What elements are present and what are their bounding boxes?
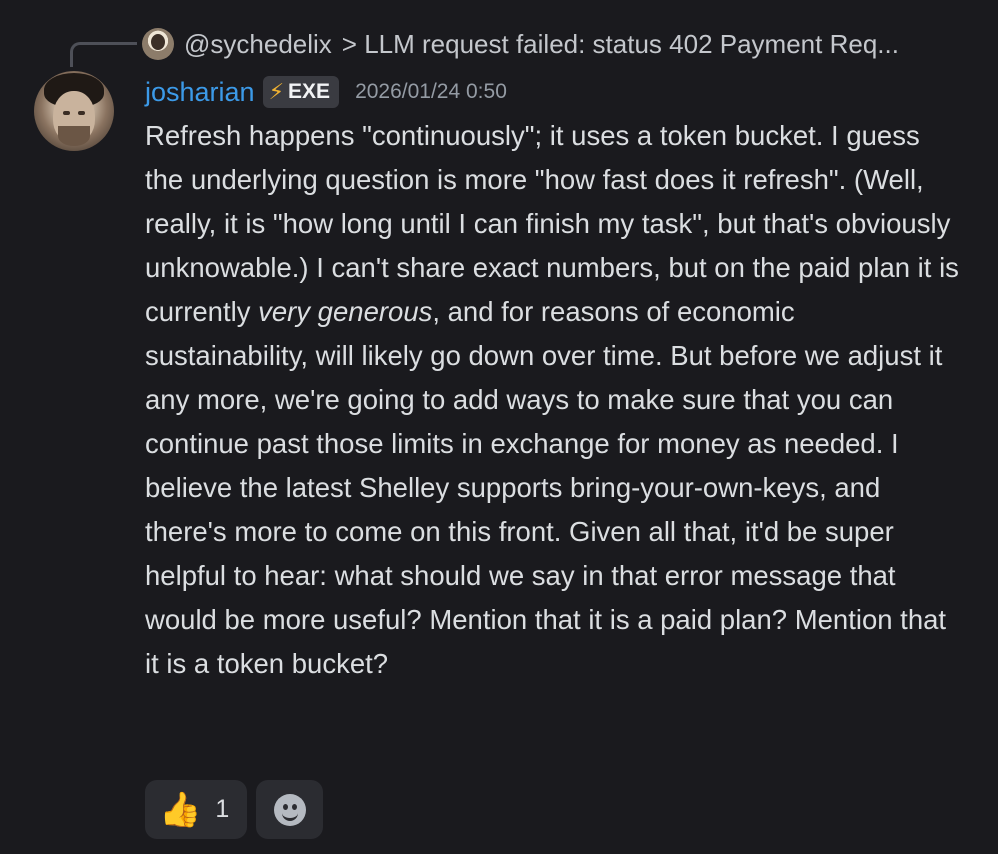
avatar[interactable] bbox=[34, 71, 114, 151]
smiley-mouth bbox=[281, 810, 298, 821]
smiley-eye bbox=[282, 803, 288, 810]
reply-avatar[interactable] bbox=[142, 28, 174, 60]
message-emphasis: very generous bbox=[258, 296, 433, 327]
reply-author[interactable]: @sychedelix bbox=[184, 29, 332, 60]
thumbs-up-icon: 👍 bbox=[159, 790, 202, 829]
avatar-beard bbox=[58, 126, 90, 146]
username[interactable]: josharian bbox=[145, 77, 255, 108]
timestamp[interactable]: 2026/01/24 0:50 bbox=[355, 80, 507, 104]
reaction-thumbs-up[interactable]: 👍 1 bbox=[145, 780, 247, 839]
smiley-eye bbox=[291, 803, 297, 810]
add-reaction-button[interactable] bbox=[256, 780, 323, 839]
avatar-eye bbox=[63, 111, 70, 115]
server-tag[interactable]: ⚡ EXE bbox=[262, 76, 340, 108]
reply-preview[interactable]: > LLM request failed: status 402 Payment… bbox=[342, 29, 899, 60]
reply-text[interactable]: @sychedelix > LLM request failed: status… bbox=[184, 29, 899, 60]
message-text: Refresh happens "continuously"; it uses … bbox=[145, 114, 960, 686]
reply-reference[interactable]: @sychedelix > LLM request failed: status… bbox=[142, 26, 899, 62]
message-text-part: , and for reasons of economic sustainabi… bbox=[145, 296, 947, 679]
add-reaction-icon bbox=[273, 793, 306, 826]
server-tag-label: EXE bbox=[288, 80, 331, 103]
avatar-eye bbox=[78, 111, 85, 115]
reaction-count: 1 bbox=[215, 795, 230, 823]
lightning-bolt-icon: ⚡ bbox=[268, 79, 285, 104]
reply-spine bbox=[70, 42, 137, 67]
reactions-bar: 👍 1 bbox=[145, 780, 323, 839]
message-body: Refresh happens "continuously"; it uses … bbox=[145, 114, 960, 686]
message-header: josharian ⚡ EXE 2026/01/24 0:50 bbox=[145, 74, 507, 110]
